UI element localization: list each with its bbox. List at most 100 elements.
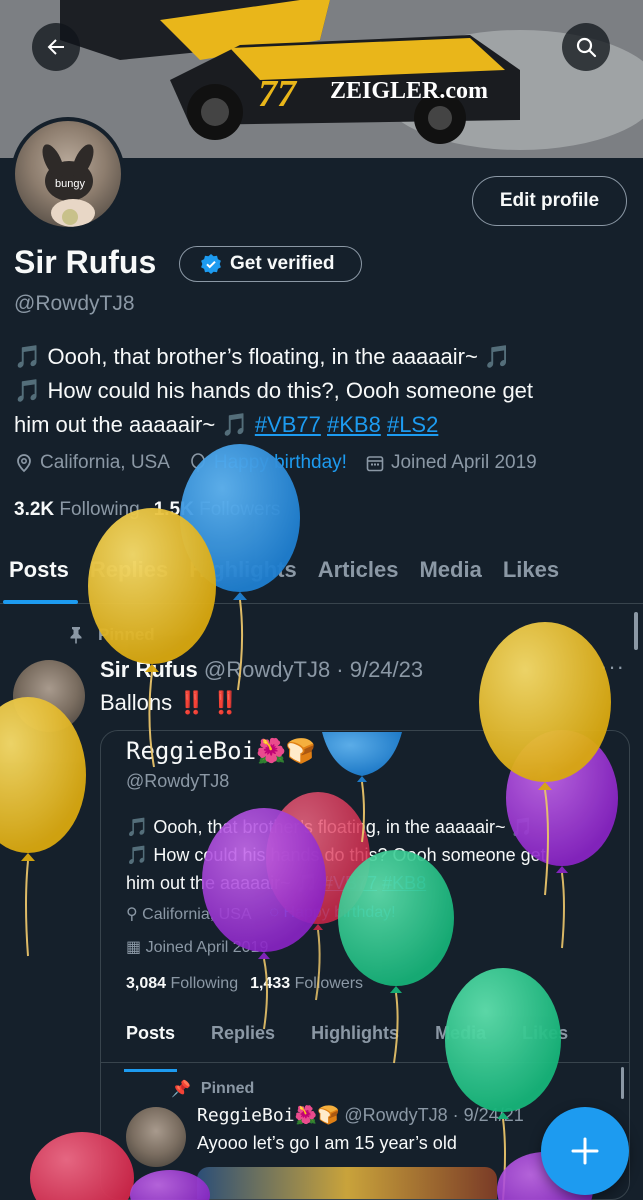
embed-post-handle-date: @RowdyTJ8 · 9/24/21 <box>344 1105 524 1125</box>
embed-location: ⚲ California, USA <box>126 904 252 924</box>
followers-count: 1.5K <box>153 499 194 520</box>
embed-followers-count: 1,433 <box>250 975 291 992</box>
search-button[interactable] <box>562 23 610 71</box>
pin-icon: 📌 <box>171 1081 191 1098</box>
post-author[interactable]: Sir Rufus <box>100 657 198 682</box>
embed-followers: 1,433 Followers <box>250 975 363 993</box>
embed-following-label: Following <box>170 975 239 992</box>
embed-tab-posts: Posts <box>123 1021 178 1072</box>
embed-hashtag: #VB77 <box>323 873 378 893</box>
following-link[interactable]: 3.2K Following <box>14 499 140 521</box>
balloon-icon <box>191 453 205 472</box>
embed-bio-line-with-tags: him out the aaaaair~ 🎵 #VB77 #KB8 <box>126 869 616 897</box>
calendar-icon: ▦ <box>126 939 142 956</box>
verified-badge-icon <box>201 254 221 274</box>
location-pin-icon <box>17 454 31 473</box>
embed-tab-likes: Likes <box>522 1023 569 1043</box>
followers-link[interactable]: 1.5K Followers <box>154 499 281 521</box>
plus-icon <box>571 1137 599 1165</box>
tab-articles[interactable]: Articles <box>309 552 411 603</box>
followers-label: Followers <box>199 499 281 520</box>
edit-profile-button[interactable]: Edit profile <box>472 176 627 226</box>
compose-post-button[interactable] <box>541 1107 629 1195</box>
joined-item: Joined April 2019 <box>365 452 537 474</box>
embed-post-text: Ayooo let’s go I am 15 year’s old <box>197 1133 457 1153</box>
embed-birthday-text: Happy birthday! <box>283 904 396 921</box>
embed-bio-line: 🎵 Oooh, that brother’s floating, in the … <box>126 817 533 837</box>
post-emphasis: ‼️ ‼️ <box>178 690 240 715</box>
location-text: California, USA <box>40 452 170 473</box>
profile-tabs: Posts Replies Highlights Articles Media … <box>0 552 643 604</box>
following-label: Following <box>59 499 140 520</box>
birthday-item[interactable]: Happy birthday! <box>188 452 347 474</box>
embed-scrollbar <box>621 1067 624 1099</box>
embed-tabs: Posts Replies Highlights Media Likes <box>101 1021 629 1072</box>
hashtag-link[interactable]: #KB8 <box>327 412 381 437</box>
embed-tab-highlights: Highlights <box>311 1023 400 1043</box>
embed-following: 3,084 Following <box>126 975 238 993</box>
embed-post-header: ReggieBoi🌺🍞 @RowdyTJ8 · 9/24/21 <box>197 1105 524 1126</box>
embed-tab-replies: Replies <box>211 1023 276 1043</box>
get-verified-button[interactable]: Get verified <box>179 246 362 282</box>
embed-pinned-label: Pinned <box>200 1080 255 1097</box>
hashtag-link[interactable]: #LS2 <box>387 412 438 437</box>
bunny-avatar-image: bungy <box>42 144 95 227</box>
profile-name: Sir Rufus <box>14 244 157 280</box>
post-header: Sir Rufus @RowdyTJ8 · 9/24/23 <box>100 657 423 683</box>
profile-meta: California, USA Happy birthday! Joined A… <box>14 452 537 474</box>
profile-avatar[interactable]: bungy <box>11 117 125 231</box>
tab-replies[interactable]: Replies <box>81 552 180 603</box>
location-pin-icon: ⚲ <box>126 906 138 923</box>
arrow-left-icon <box>47 39 64 55</box>
bio-line: him out the aaaaair~ 🎵 <box>14 412 255 437</box>
bio-line: 🎵 How could his hands do this?, Oooh som… <box>14 378 534 403</box>
post-text: Ballons ‼️ ‼️ <box>100 690 239 716</box>
bio-line: 🎵 Oooh, that brother’s floating, in the … <box>14 344 512 369</box>
tab-likes[interactable]: Likes <box>494 552 571 603</box>
embed-post-author: ReggieBoi🌺🍞 <box>197 1105 340 1126</box>
embed-profile-name: ReggieBoi🌺🍞 <box>126 737 316 765</box>
embed-followers-label: Followers <box>294 975 364 992</box>
embed-birthday: ◌ Happy birthday! <box>270 904 396 924</box>
embed-following-count: 3,084 <box>126 975 167 992</box>
pinned-indicator: Pinned <box>68 625 155 645</box>
following-count: 3.2K <box>14 499 55 520</box>
birthday-link[interactable]: Happy birthday! <box>214 452 347 474</box>
embed-bio: 🎵 Oooh, that brother’s floating, in the … <box>126 813 616 897</box>
hashtag-link[interactable]: #VB77 <box>255 412 321 437</box>
embed-meta: ⚲ California, USA ◌ Happy birthday! <box>126 904 396 924</box>
post-avatar[interactable] <box>13 660 85 732</box>
embed-joined-text: Joined April 2019 <box>145 939 269 956</box>
search-icon <box>576 37 597 58</box>
embed-bio-line: 🎵 How could his hands do this? Oooh some… <box>126 845 546 865</box>
tab-posts[interactable]: Posts <box>0 552 81 604</box>
balloon-icon: ◌ <box>269 904 280 921</box>
embed-joined: ▦ Joined April 2019 <box>126 937 268 957</box>
embed-pinned: 📌 Pinned <box>171 1079 254 1099</box>
tab-media[interactable]: Media <box>410 552 493 603</box>
embed-profile-handle: @RowdyTJ8 <box>126 771 230 791</box>
profile-handle: @RowdyTJ8 <box>14 292 135 315</box>
svg-text:ZEIGLER.com: ZEIGLER.com <box>330 78 488 104</box>
embed-tab-media: Media <box>435 1023 487 1043</box>
post-handle-date: @RowdyTJ8 · 9/24/23 <box>203 657 424 682</box>
follow-stats: 3.2K Following 1.5K Followers <box>14 499 280 521</box>
pin-icon <box>70 627 82 644</box>
balloon-yellow-left <box>0 697 86 957</box>
post-text-body: Ballons <box>100 690 173 715</box>
embed-follow-stats: 3,084 Following 1,433 Followers <box>126 975 363 993</box>
scrollbar[interactable] <box>634 612 638 650</box>
svg-text:bungy: bungy <box>55 178 85 190</box>
pinned-label: Pinned <box>98 625 155 644</box>
more-options-icon[interactable]: ··· <box>600 654 625 680</box>
embed-bio-line: him out the aaaaair~ 🎵 <box>126 873 324 893</box>
embed-hashtag: #KB8 <box>382 873 427 893</box>
tab-highlights[interactable]: Highlights <box>180 552 309 603</box>
calendar-icon <box>366 456 384 472</box>
embed-location-text: California, USA <box>142 906 252 923</box>
profile-bio: 🎵 Oooh, that brother’s floating, in the … <box>14 340 634 442</box>
back-button[interactable] <box>32 23 80 71</box>
bio-line-with-tags: him out the aaaaair~ 🎵 #VB77 #KB8 #LS2 <box>14 408 634 442</box>
joined-text: Joined April 2019 <box>390 452 537 473</box>
svg-text:77: 77 <box>258 73 298 115</box>
